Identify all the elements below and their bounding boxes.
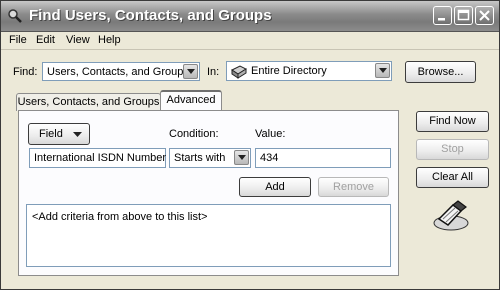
- in-label: In:: [207, 66, 220, 78]
- find-dropdown[interactable]: Users, Contacts, and Groups: [42, 62, 200, 81]
- menu-help[interactable]: Help: [98, 34, 121, 46]
- clear-all-button[interactable]: Clear All: [416, 167, 489, 188]
- close-button[interactable]: [475, 6, 494, 25]
- tab-users-contacts-groups[interactable]: Users, Contacts, and Groups: [16, 93, 161, 111]
- in-dropdown-value: Entire Directory: [251, 65, 327, 77]
- minimize-button[interactable]: [433, 6, 452, 25]
- find-label: Find:: [13, 66, 38, 78]
- find-now-button[interactable]: Find Now: [416, 111, 489, 132]
- condition-label: Condition:: [169, 128, 219, 140]
- window-title: Find Users, Contacts, and Groups: [29, 7, 272, 24]
- field-selection-value: International ISDN Number: [34, 152, 167, 164]
- condition-dropdown[interactable]: Starts with: [169, 148, 251, 168]
- minimize-icon: [438, 18, 445, 21]
- title-bar[interactable]: Find Users, Contacts, and Groups: [1, 1, 499, 32]
- flashlight-search-icon: [431, 199, 471, 233]
- in-dropdown[interactable]: Entire Directory: [226, 61, 392, 81]
- menu-edit[interactable]: Edit: [36, 34, 55, 46]
- value-input[interactable]: 434: [255, 148, 391, 168]
- stop-button[interactable]: Stop: [416, 139, 489, 160]
- condition-value: Starts with: [174, 152, 226, 164]
- close-icon: [479, 10, 490, 21]
- menu-view[interactable]: View: [66, 34, 90, 46]
- maximize-icon: [457, 9, 470, 21]
- tab-advanced[interactable]: Advanced: [160, 90, 222, 111]
- maximize-button[interactable]: [454, 6, 473, 25]
- field-button[interactable]: Field: [28, 123, 90, 145]
- directory-icon: [231, 65, 248, 79]
- criteria-list-placeholder: <Add criteria from above to this list>: [32, 211, 208, 223]
- find-dropdown-value: Users, Contacts, and Groups: [47, 66, 189, 78]
- browse-button[interactable]: Browse...: [405, 61, 476, 83]
- find-people-icon: [7, 8, 23, 24]
- remove-button[interactable]: Remove: [318, 177, 389, 197]
- field-button-label: Field: [39, 128, 63, 140]
- dropdown-arrow-icon: [73, 132, 82, 137]
- chevron-down-icon[interactable]: [183, 64, 198, 79]
- chevron-down-icon[interactable]: [234, 150, 249, 165]
- value-label: Value:: [255, 128, 286, 140]
- menu-file[interactable]: File: [9, 34, 27, 46]
- value-input-text: 434: [260, 152, 279, 164]
- field-selection-box: International ISDN Number: [29, 148, 166, 168]
- chevron-down-icon[interactable]: [375, 63, 390, 78]
- criteria-list[interactable]: <Add criteria from above to this list>: [26, 204, 391, 267]
- menu-bar: File Edit View Help: [1, 32, 499, 50]
- find-users-window: Find Users, Contacts, and Groups File Ed…: [0, 0, 500, 290]
- add-button[interactable]: Add: [239, 177, 311, 197]
